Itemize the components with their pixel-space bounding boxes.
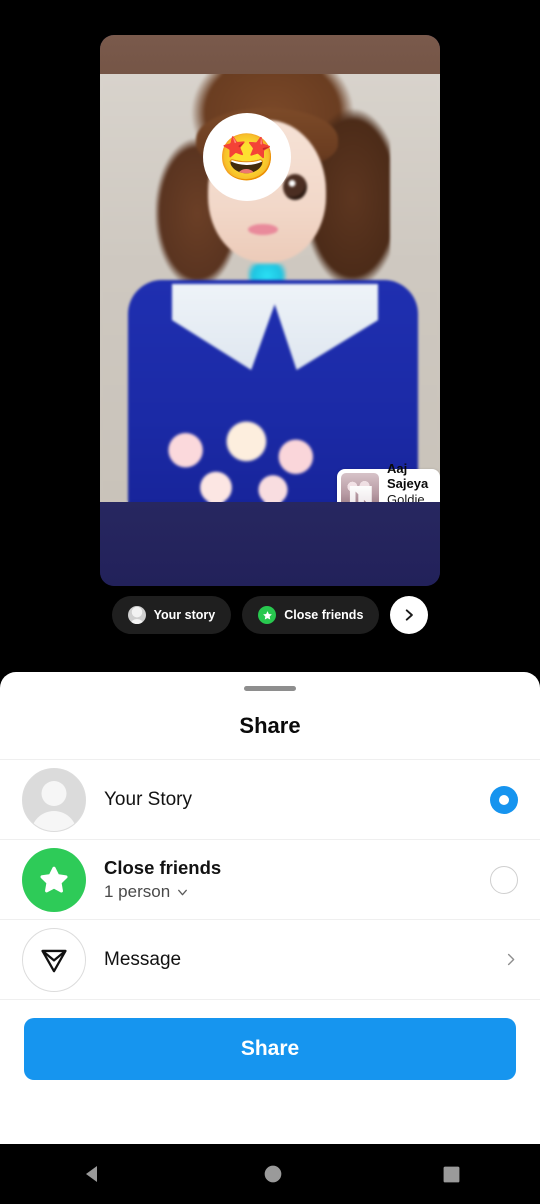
music-title: Aaj Sajeya (387, 460, 429, 491)
row-your-story-text: Your Story (104, 789, 490, 811)
story-bottom-band (100, 502, 440, 586)
story-preview-card[interactable]: 🤩 Aaj Sajeya Goldie Sohel (100, 35, 440, 586)
star-struck-emoji-icon: 🤩 (218, 131, 276, 183)
nav-recents-button[interactable] (442, 1165, 461, 1184)
row-close-friends-text: Close friends 1 person (104, 857, 490, 902)
radio-close-friends[interactable] (490, 865, 518, 894)
emoji-sticker[interactable]: 🤩 (203, 113, 291, 201)
send-circle (22, 927, 86, 992)
chip-your-story-label: Your story (153, 608, 216, 622)
chevron-right-icon (507, 953, 515, 966)
chip-close-friends-label: Close friends (284, 608, 364, 622)
nav-back-button[interactable] (80, 1162, 104, 1186)
close-friends-count: 1 person (104, 882, 171, 901)
default-avatar-icon (22, 767, 86, 832)
message-icon-wrap (22, 927, 86, 992)
sheet-title: Share (0, 713, 540, 760)
share-button[interactable]: Share (24, 1018, 516, 1080)
back-triangle-icon (85, 1166, 97, 1182)
chevron-right-icon (406, 609, 414, 621)
row-message-label: Message (104, 948, 182, 970)
share-button-container: Share (0, 1000, 540, 1100)
chip-your-story[interactable]: Your story (111, 596, 232, 634)
sheet-drag-handle[interactable] (244, 686, 296, 691)
row-message[interactable]: Message (0, 920, 540, 1000)
story-top-band (100, 35, 440, 74)
message-chevron[interactable] (503, 952, 518, 967)
audience-chip-row: Your story Close friends (0, 596, 540, 634)
android-navigation-bar (0, 1144, 540, 1204)
avatar-body (31, 810, 77, 831)
share-bottom-sheet: Share Your Story Close friends 1 person (0, 672, 540, 1144)
close-friends-badge (22, 847, 86, 912)
green-star-icon (22, 847, 86, 912)
chip-close-friends[interactable]: Close friends (242, 596, 380, 634)
avatar-icon (127, 606, 146, 624)
row-close-friends-label: Close friends (104, 857, 222, 878)
row-your-story-label: Your Story (104, 788, 193, 810)
radio-your-story[interactable] (490, 785, 518, 814)
avatar-head (41, 780, 67, 806)
row-message-text: Message (104, 949, 503, 971)
row-close-friends[interactable]: Close friends 1 person (0, 840, 540, 920)
home-circle-icon (264, 1165, 281, 1183)
chevron-down-icon (178, 889, 188, 895)
next-button[interactable] (390, 596, 429, 634)
row-your-story[interactable]: Your Story (0, 760, 540, 840)
nav-home-button[interactable] (263, 1164, 283, 1184)
row-close-friends-sub[interactable]: 1 person (104, 882, 490, 902)
green-star-icon (258, 606, 277, 624)
send-paper-plane-icon (40, 949, 67, 972)
recents-square-icon (443, 1166, 459, 1182)
story-composer: 🤩 Aaj Sajeya Goldie Sohel Your story Clo… (0, 0, 540, 728)
your-story-avatar (22, 767, 86, 832)
